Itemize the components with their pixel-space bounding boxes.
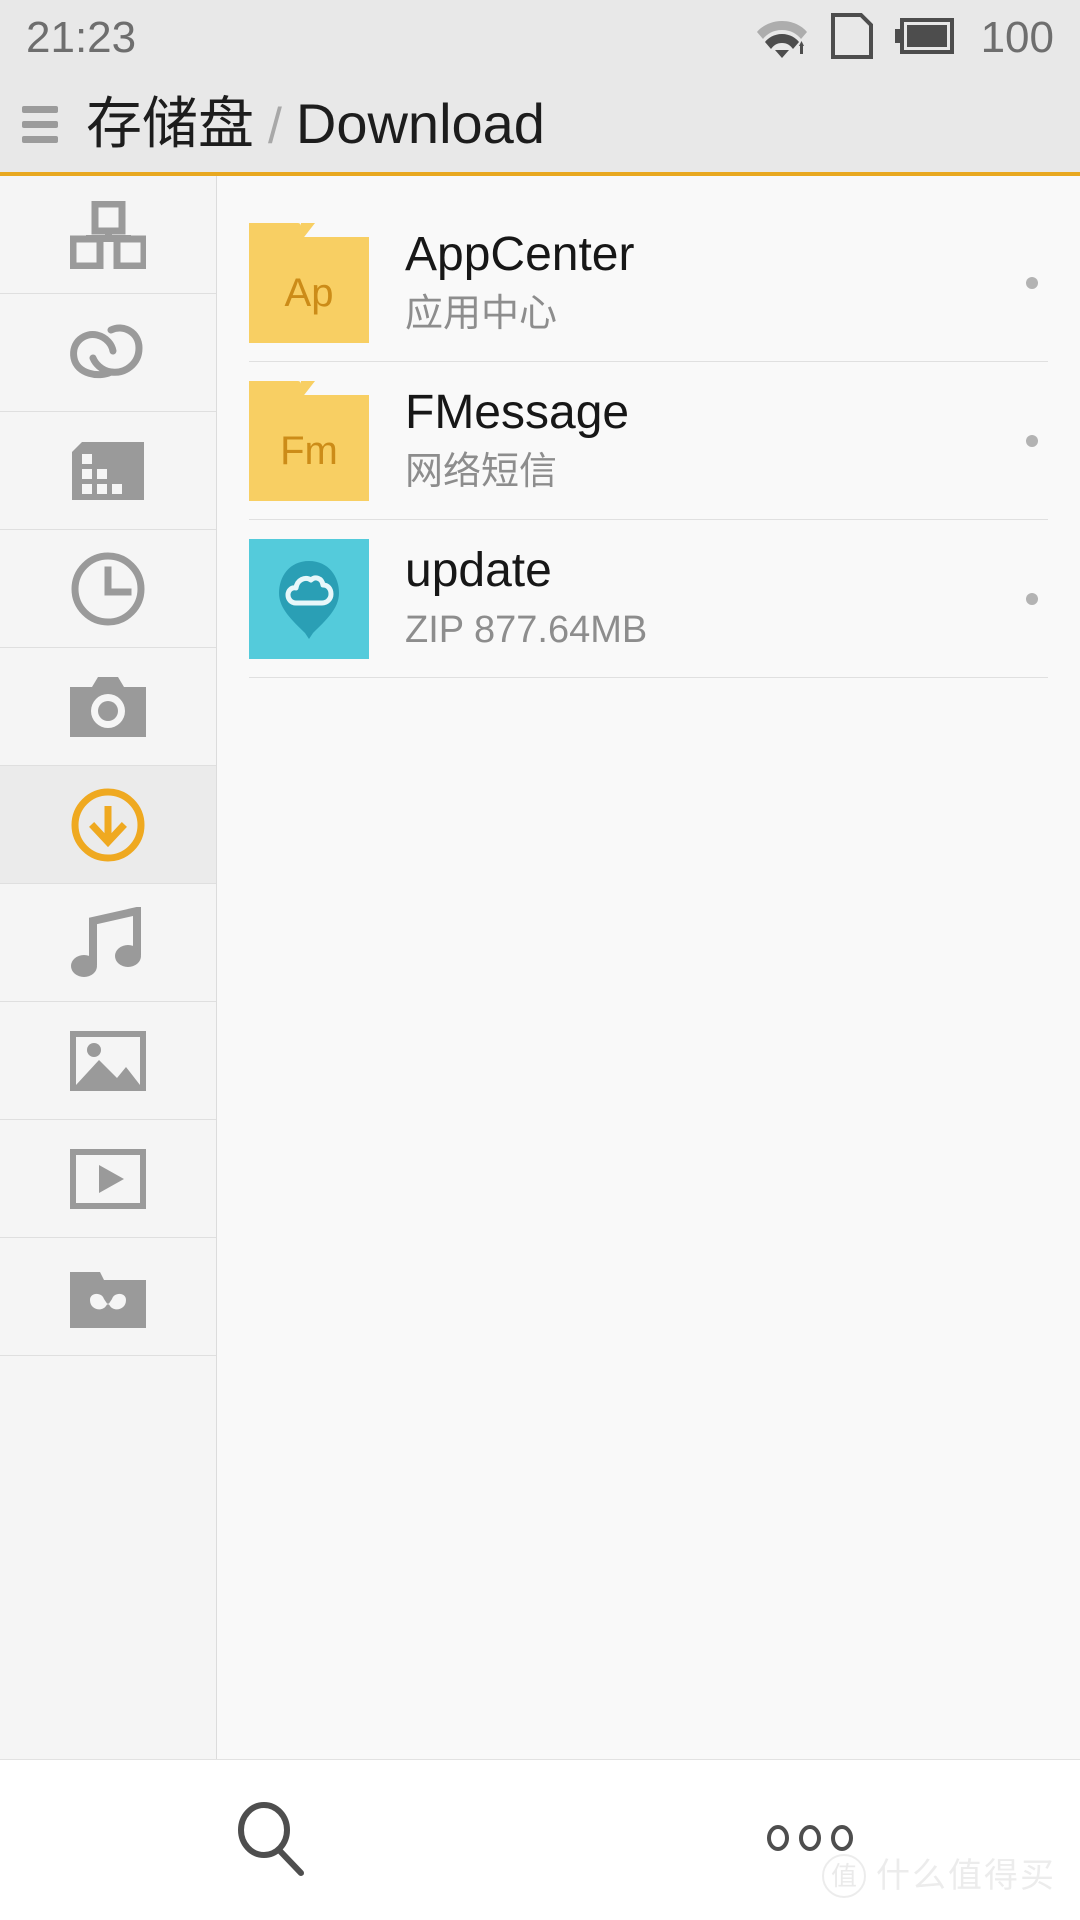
row-indicator-dot[interactable] xyxy=(1026,276,1038,289)
file-text: update ZIP 877.64MB xyxy=(405,545,1026,652)
camera-icon xyxy=(70,676,146,737)
breadcrumb: 存储盘 / Download xyxy=(86,96,545,152)
sidebar-item-videos[interactable] xyxy=(0,1120,216,1238)
app-window: 21:23 100 存储盘 / Download Ap AppCenter 应用… xyxy=(0,0,1080,1920)
battery-icon xyxy=(894,16,957,61)
watermark-text: 什么值得买 xyxy=(876,1857,1056,1895)
file-meta: 网络短信 xyxy=(405,451,558,493)
hamburger-menu-icon[interactable] xyxy=(22,105,64,143)
status-bar: 21:23 100 xyxy=(0,0,1080,76)
search-icon xyxy=(230,1798,310,1883)
sidebar xyxy=(0,176,217,1759)
table-row[interactable]: update ZIP 877.64MB xyxy=(249,520,1048,678)
zip-archive-icon xyxy=(249,538,369,659)
file-icon xyxy=(249,538,369,659)
watermark-logo: 值 xyxy=(822,1854,866,1898)
row-indicator-dot[interactable] xyxy=(1026,592,1038,605)
watermark: 值 什么值得买 xyxy=(822,1854,1056,1898)
sim-card-icon xyxy=(827,11,877,66)
file-name: update xyxy=(405,545,552,598)
table-row[interactable]: Ap AppCenter 应用中心 xyxy=(249,204,1048,362)
title-bar: 存储盘 / Download xyxy=(0,76,1080,176)
sidebar-item-sd-card[interactable] xyxy=(0,412,216,530)
file-text: FMessage 网络短信 xyxy=(405,387,1026,494)
file-meta: ZIP 877.64MB xyxy=(405,609,648,651)
file-list: Ap AppCenter 应用中心 Fm FMessage 网络短信 updat… xyxy=(217,176,1080,1759)
music-note-icon xyxy=(71,906,145,979)
file-name: FMessage xyxy=(405,387,630,440)
status-icons: 100 xyxy=(755,11,1054,66)
breadcrumb-current[interactable]: Download xyxy=(296,96,545,152)
clock-icon xyxy=(70,551,146,627)
breadcrumb-root[interactable]: 存储盘 xyxy=(86,96,254,152)
folder-icon: Ap xyxy=(249,222,369,343)
status-clock: 21:23 xyxy=(26,13,137,62)
wifi-icon xyxy=(755,13,809,64)
sd-card-icon xyxy=(72,441,144,500)
image-picture-icon xyxy=(70,1030,146,1091)
sidebar-item-images[interactable] xyxy=(0,1002,216,1120)
more-options-icon xyxy=(767,1824,853,1856)
blocks-categories-icon xyxy=(70,200,146,269)
folder-icon-label: Fm xyxy=(280,428,338,473)
file-name: AppCenter xyxy=(405,229,635,282)
search-button[interactable] xyxy=(0,1798,540,1883)
folder-icon-label: Ap xyxy=(284,270,334,315)
sidebar-item-music[interactable] xyxy=(0,884,216,1002)
sidebar-item-archives[interactable] xyxy=(0,1238,216,1356)
breadcrumb-separator: / xyxy=(268,98,282,154)
file-icon: Ap xyxy=(249,222,369,343)
sidebar-item-cloud[interactable] xyxy=(0,294,216,412)
row-indicator-dot[interactable] xyxy=(1026,434,1038,447)
bottom-bar: 值 什么值得买 xyxy=(0,1759,1080,1920)
folder-icon: Fm xyxy=(249,380,369,501)
file-text: AppCenter 应用中心 xyxy=(405,229,1026,336)
file-meta: 应用中心 xyxy=(405,293,558,335)
sidebar-item-categories[interactable] xyxy=(0,176,216,294)
cloud-icon xyxy=(67,322,149,384)
video-play-icon xyxy=(70,1148,146,1209)
sidebar-item-camera[interactable] xyxy=(0,648,216,766)
archive-folder-icon xyxy=(70,1266,146,1328)
file-icon: Fm xyxy=(249,380,369,501)
table-row[interactable]: Fm FMessage 网络短信 xyxy=(249,362,1048,520)
download-circle-icon xyxy=(69,786,147,864)
sidebar-item-downloads[interactable] xyxy=(0,766,216,884)
more-options-button[interactable] xyxy=(540,1824,1080,1856)
sidebar-filler xyxy=(0,1356,216,1759)
body-area: Ap AppCenter 应用中心 Fm FMessage 网络短信 updat… xyxy=(0,176,1080,1759)
battery-percent-label: 100 xyxy=(980,13,1054,62)
sidebar-item-recent[interactable] xyxy=(0,530,216,648)
